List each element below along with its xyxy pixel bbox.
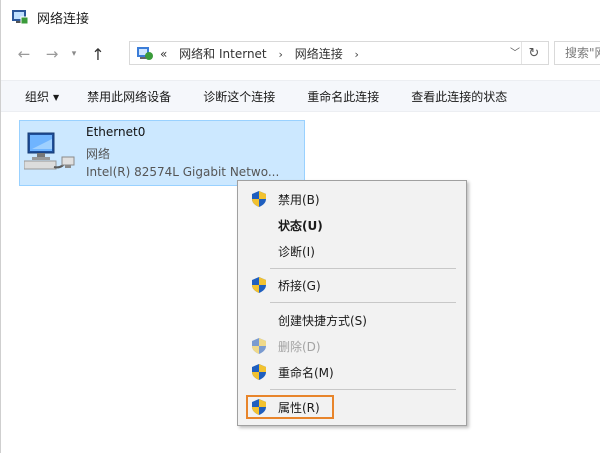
navigation-bar: ← → ▾ ↑ « 网络和 Internet › 网络连接 › ﹀ ↻ 搜索" <box>1 38 600 70</box>
network-adapter-item[interactable]: Ethernet0 网络 Intel(R) 82574L Gigabit Net… <box>19 120 305 186</box>
view-status-button[interactable]: 查看此连接的状态 <box>411 88 507 105</box>
title-bar: 网络连接 <box>1 0 600 34</box>
menu-item-delete: 删除(D) <box>238 334 466 358</box>
menu-label: 禁用(B) <box>278 193 320 207</box>
control-panel-icon <box>136 44 154 62</box>
chevron-down-icon[interactable]: ﹀ <box>510 44 520 59</box>
breadcrumb-overflow[interactable]: « <box>160 47 167 61</box>
caret-down-icon: ▼ <box>53 92 60 102</box>
menu-item-rename[interactable]: 重命名(M) <box>238 360 466 384</box>
uac-shield-icon <box>252 277 266 293</box>
network-connections-window: 网络连接 ← → ▾ ↑ « 网络和 Internet › 网络连接 › ﹀ ↻… <box>0 0 600 453</box>
organize-label: 组织 <box>25 89 50 104</box>
menu-item-disable[interactable]: 禁用(B) <box>238 187 466 211</box>
menu-label: 桥接(G) <box>278 279 321 293</box>
menu-item-status[interactable]: 状态(U) <box>238 213 466 237</box>
menu-item-diagnose[interactable]: 诊断(I) <box>238 239 466 263</box>
menu-separator <box>270 268 456 269</box>
diagnose-button[interactable]: 诊断这个连接 <box>203 88 275 105</box>
menu-label: 重命名(M) <box>278 366 334 380</box>
breadcrumb-item-network-internet[interactable]: 网络和 Internet <box>179 47 266 61</box>
forward-arrow-icon[interactable]: → <box>41 43 63 65</box>
menu-separator <box>270 389 456 390</box>
menu-separator <box>270 302 456 303</box>
recent-locations-chevron-icon[interactable]: ▾ <box>67 43 81 65</box>
disable-device-button[interactable]: 禁用此网络设备 <box>87 88 171 105</box>
refresh-icon[interactable]: ↻ <box>521 42 546 64</box>
uac-shield-icon <box>252 364 266 380</box>
breadcrumb-separator[interactable]: › <box>278 48 282 61</box>
adapter-name: Ethernet0 <box>86 125 146 139</box>
menu-item-create-shortcut[interactable]: 创建快捷方式(S) <box>238 308 466 332</box>
window-title: 网络连接 <box>37 11 90 27</box>
command-toolbar: 组织 ▼ 禁用此网络设备 诊断这个连接 重命名此连接 查看此连接的状态 <box>1 80 600 112</box>
network-folder-icon <box>11 8 29 26</box>
organize-button[interactable]: 组织 ▼ <box>25 88 59 105</box>
breadcrumb-item-network-connections[interactable]: 网络连接 <box>295 47 343 61</box>
up-arrow-icon[interactable]: ↑ <box>87 43 109 65</box>
ethernet-adapter-icon <box>23 131 76 179</box>
address-bar[interactable]: « 网络和 Internet › 网络连接 › ﹀ ↻ <box>129 41 549 65</box>
rename-button[interactable]: 重命名此连接 <box>307 88 379 105</box>
menu-label: 删除(D) <box>278 340 321 354</box>
menu-item-bridge[interactable]: 桥接(G) <box>238 273 466 297</box>
context-menu: 禁用(B) 状态(U) 诊断(I) 桥接(G) 创建快捷方式(S) 删除(D) <box>237 180 467 426</box>
breadcrumb: « 网络和 Internet › 网络连接 › <box>160 45 367 62</box>
properties-highlight-box <box>246 395 334 419</box>
back-arrow-icon[interactable]: ← <box>13 43 35 65</box>
breadcrumb-separator[interactable]: › <box>355 48 359 61</box>
uac-shield-icon <box>252 338 266 354</box>
menu-label: 状态(U) <box>278 219 323 233</box>
search-input[interactable]: 搜索"网 <box>554 41 600 65</box>
adapter-device-name: Intel(R) 82574L Gigabit Netwo... <box>86 165 280 179</box>
menu-label: 创建快捷方式(S) <box>278 314 367 328</box>
menu-label: 诊断(I) <box>278 245 315 259</box>
adapter-network-type: 网络 <box>86 147 111 161</box>
uac-shield-icon <box>252 191 266 207</box>
